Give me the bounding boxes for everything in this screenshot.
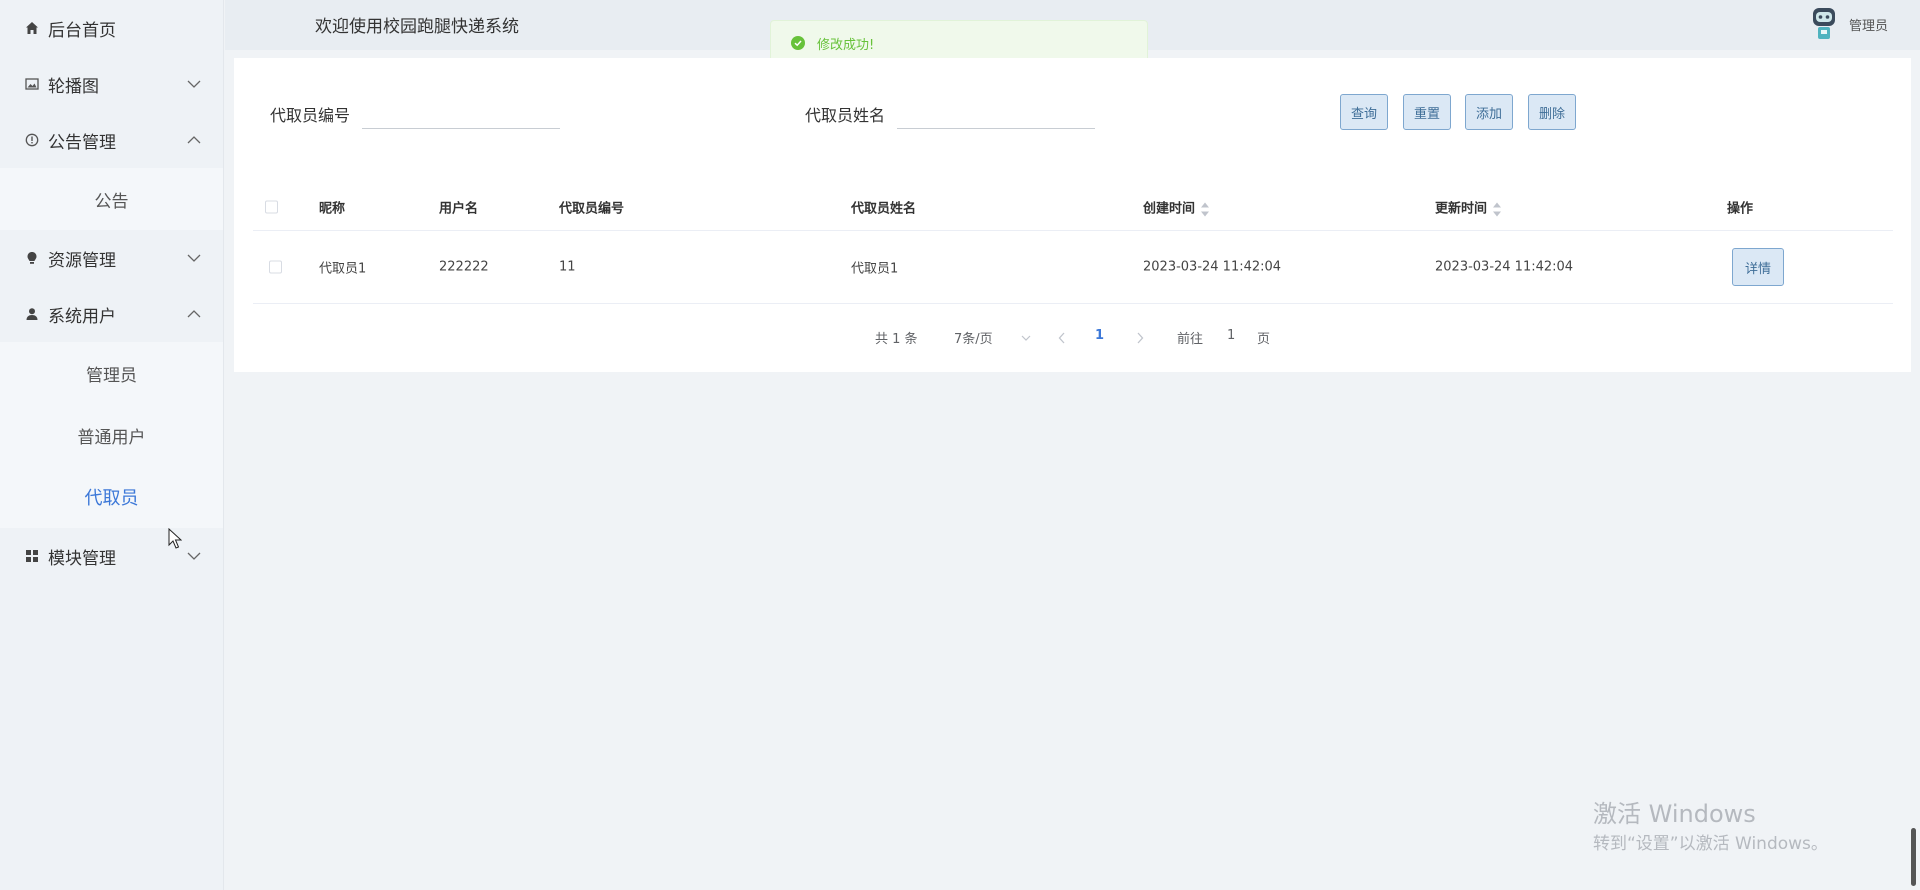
courier-code-input[interactable] [362,90,560,129]
user-name: 管理员 [1848,18,1888,34]
chevron-up-icon [187,136,201,144]
image-icon [24,76,40,92]
row-checkbox[interactable] [269,260,282,274]
menu-item-resource[interactable]: 资源管理 [0,230,223,286]
cell-updated-time: 2023-03-24 11:42:04 [1435,259,1574,275]
page-size-select[interactable]: 7条/页 [954,328,1031,347]
goto-prefix: 前往 [1177,332,1204,347]
sub-item-admin[interactable]: 管理员 [0,342,223,404]
header-nickname: 昵称 [319,201,346,217]
menu-item-label: 模块管理 [48,548,116,569]
menu-item-notice[interactable]: 公告管理 [0,112,223,168]
notice-submenu: 公告 [0,168,223,230]
sub-item-courier[interactable]: 代取员 [0,466,223,528]
header-created-time[interactable]: 创建时间 [1143,198,1210,217]
header-updated-time[interactable]: 更新时间 [1435,198,1502,217]
table-header: 昵称 用户名 代取员编号 代取员姓名 创建时间 更新时间 操作 [253,184,1893,231]
header-courier-name: 代取员姓名 [851,201,917,217]
goto-suffix: 页 [1257,332,1271,347]
page-title: 欢迎使用校园跑腿快递系统 [315,17,519,37]
cell-nickname: 代取员1 [319,261,367,277]
select-all-checkbox[interactable] [265,200,278,214]
cell-username: 222222 [439,259,489,275]
detail-button[interactable]: 详情 [1732,248,1784,286]
chevron-up-icon [187,310,201,318]
menu-item-modules[interactable]: 模块管理 [0,528,223,584]
next-page-icon[interactable] [1136,332,1144,344]
menu-item-label: 资源管理 [48,250,116,271]
check-circle-icon [791,36,805,50]
header-created-label: 创建时间 [1143,201,1196,217]
avatar [1812,8,1835,39]
toast-message: 修改成功! [817,37,875,53]
query-button[interactable]: 查询 [1340,94,1389,130]
menu-item-label: 轮播图 [48,76,99,97]
menu-item-label: 后台首页 [48,20,116,41]
user-menu[interactable]: 管理员 [1807,6,1888,42]
header-updated-label: 更新时间 [1435,201,1488,217]
menu-item-label: 系统用户 [48,306,116,327]
prev-page-icon[interactable] [1058,332,1066,344]
table-row: 代取员1 222222 11 代取员1 2023-03-24 11:42:04 … [253,231,1893,304]
add-button[interactable]: 添加 [1465,94,1514,130]
chevron-down-icon [187,254,201,262]
courier-name-input[interactable] [897,90,1095,129]
chevron-down-icon [187,80,201,88]
pagination-total: 共 1 条 [875,332,918,347]
menu-item-system-users[interactable]: 系统用户 [0,286,223,342]
content-card: 代取员编号 代取员姓名 查询 重置 添加 删除 昵称 用户名 代取员编号 代取员… [234,58,1911,372]
delete-button[interactable]: 删除 [1528,94,1577,130]
users-submenu: 管理员 普通用户 代取员 [0,342,223,528]
chevron-down-icon [1021,335,1031,341]
courier-code-label: 代取员编号 [270,106,351,125]
goto-input[interactable]: 1 [1227,328,1235,343]
courier-table: 昵称 用户名 代取员编号 代取员姓名 创建时间 更新时间 操作 代取员1 222… [253,184,1893,304]
sort-icon[interactable] [1201,202,1210,216]
grid-icon [24,548,40,564]
reset-button[interactable]: 重置 [1403,94,1452,130]
info-icon [24,132,40,148]
pagination: 共 1 条 7条/页 1 前往 1 页 [234,328,1911,348]
cell-courier-code: 11 [559,259,576,275]
cell-created-time: 2023-03-24 11:42:04 [1143,259,1282,275]
scrollbar-thumb[interactable] [1911,828,1916,886]
cell-courier-name: 代取员1 [851,261,899,277]
user-icon [24,306,40,322]
header-courier-code: 代取员编号 [559,201,625,217]
sidebar: 后台首页 轮播图 公告管理 公告 资源管理 系统用户 管理员 普通用户 代取员 [0,0,224,890]
sort-icon[interactable] [1493,202,1502,216]
header-actions: 操作 [1727,201,1754,217]
bulb-icon [24,250,40,266]
activation-watermark-subtitle: 转到“设置”以激活 Windows。 [1593,834,1828,854]
sub-item-notice[interactable]: 公告 [0,168,223,230]
page-size-value: 7条/页 [954,332,993,347]
home-icon [24,20,40,36]
menu-item-carousel[interactable]: 轮播图 [0,56,223,112]
current-page[interactable]: 1 [1095,328,1104,343]
menu-item-home[interactable]: 后台首页 [0,0,223,56]
header-username: 用户名 [439,201,479,217]
courier-name-label: 代取员姓名 [805,106,886,125]
sub-item-normal-user[interactable]: 普通用户 [0,404,223,466]
mouse-cursor-icon [168,528,182,549]
menu-item-label: 公告管理 [48,132,116,153]
chevron-down-icon [187,552,201,560]
activation-watermark-title: 激活 Windows [1593,800,1756,828]
